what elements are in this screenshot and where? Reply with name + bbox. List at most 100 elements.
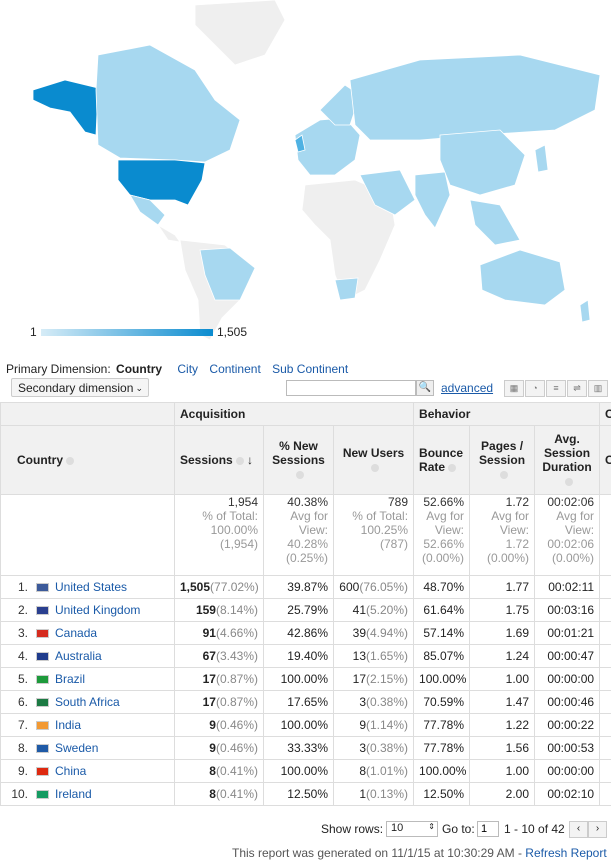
country-link[interactable]: United Kingdom [55, 603, 140, 617]
report-footer: This report was generated on 11/1/15 at … [232, 846, 607, 860]
legend-min: 1 [30, 325, 37, 339]
new-users-cell: 39(4.94%) [332, 621, 415, 645]
prev-page-icon[interactable]: ‹ [569, 821, 588, 838]
stepper-icon: ⇕ [428, 822, 435, 831]
pages-cell: 1.24 [469, 644, 536, 668]
total-new-sessions: 40.38% Avg for View: 40.28% (0.25%) [263, 494, 334, 576]
new-users-cell: 41(5.20%) [332, 598, 415, 622]
pivot-view-icon[interactable]: ▥ [588, 380, 608, 397]
search-input[interactable] [286, 380, 416, 396]
table-row: 9. China 8(0.41%) 100.00% 8(1.01%) 100.00% 1.0… [0, 759, 611, 783]
new-users-column-header[interactable]: New Users [332, 425, 415, 495]
flag-icon [36, 606, 49, 616]
refresh-report-link[interactable]: Refresh Report [525, 846, 606, 860]
country-link[interactable]: China [55, 764, 86, 778]
map-russia [349, 54, 601, 141]
help-icon[interactable] [66, 456, 74, 465]
dimension-continent-link[interactable]: Continent [209, 362, 260, 376]
generated-text: This report was generated on 11/1/15 at … [232, 846, 526, 860]
pages-cell: 2.00 [469, 782, 536, 806]
performance-view-icon[interactable]: ≡ [546, 380, 566, 397]
country-link[interactable]: Canada [55, 626, 97, 640]
dimension-subcontinent-link[interactable]: Sub Continent [272, 362, 348, 376]
goto-page-input[interactable] [477, 821, 499, 837]
table-view-icon[interactable]: ▦ [504, 380, 524, 397]
show-rows-label: Show rows: [321, 822, 384, 836]
primary-dimension-selected[interactable]: Country [116, 362, 162, 376]
pie-view-icon[interactable]: ◔ [525, 380, 545, 397]
bounce-cell: 100.00% [413, 759, 471, 783]
bounce-rate-column-header[interactable]: Bounce Rate [413, 425, 471, 495]
table-row: 5. Brazil 17(0.87%) 100.00% 17(2.15%) 100.00%… [0, 667, 611, 691]
map-legend: 1 1,505 [30, 325, 247, 339]
map-china [439, 129, 526, 196]
show-rows-select[interactable]: 10 ⇕ [386, 821, 438, 837]
comparison-view-icon[interactable]: ⇌ [567, 380, 587, 397]
new-users-cell: 13(1.65%) [332, 644, 415, 668]
help-icon[interactable] [371, 463, 380, 472]
conversions-group-header: C [599, 402, 611, 426]
secondary-dimension-dropdown[interactable]: Secondary dimension ⌄ [11, 378, 149, 397]
new-users-cell: 3(0.38%) [332, 690, 415, 714]
map-nz [579, 299, 591, 323]
extra-cell [599, 621, 611, 645]
country-link[interactable]: India [55, 718, 81, 732]
extra-cell [599, 713, 611, 737]
country-link[interactable]: Ireland [55, 787, 92, 801]
duration-cell: 00:00:00 [534, 759, 601, 783]
sessions-cell: 17(0.87%) [174, 690, 264, 714]
country-link[interactable]: Brazil [55, 672, 85, 686]
country-link[interactable]: South Africa [55, 695, 120, 709]
world-map[interactable] [0, 0, 611, 355]
map-india [414, 171, 451, 229]
row-number: 7. [17, 718, 28, 732]
new-users-cell: 600(76.05%) [332, 575, 415, 599]
total-pages: 1.72 Avg for View: 1.72 (0.00%) [469, 494, 536, 576]
acquisition-group-header: Acquisition [173, 402, 415, 426]
row-number: 10. [11, 787, 28, 801]
primary-dimension-label: Primary Dimension: [6, 362, 111, 376]
help-icon[interactable] [296, 470, 304, 479]
pages-session-column-header[interactable]: Pages / Session [469, 425, 536, 495]
table-row: 3. Canada 91(4.66%) 42.86% 39(4.94%) 57.14% 1.… [0, 621, 611, 645]
table-row: 4. Australia 67(3.43%) 19.40% 13(1.65%) 85.07… [0, 644, 611, 668]
map-greenland [194, 0, 286, 66]
report-table: Acquisition Behavior C Country Sessions … [0, 402, 611, 806]
advanced-filter-link[interactable]: advanced [441, 381, 493, 395]
search-icon[interactable]: 🔍 [416, 380, 434, 396]
next-page-icon[interactable]: › [588, 821, 607, 838]
avg-duration-column-header[interactable]: Avg. Session Duration [534, 425, 601, 495]
flag-icon [36, 767, 49, 777]
bounce-cell: 61.64% [413, 598, 471, 622]
help-icon[interactable] [235, 456, 244, 465]
bounce-cell: 77.78% [413, 736, 471, 760]
extra-cell [599, 782, 611, 806]
total-duration: 00:02:06 Avg for View: 00:02:06 (0.00%) [534, 494, 601, 576]
secondary-dimension-label: Secondary dimension [18, 381, 134, 395]
pages-cell: 1.69 [469, 621, 536, 645]
dimension-city-link[interactable]: City [177, 362, 198, 376]
row-number: 6. [17, 695, 28, 709]
map-canada [95, 44, 241, 163]
country-link[interactable]: Australia [55, 649, 102, 663]
help-icon[interactable] [564, 477, 573, 486]
map-se-asia [469, 199, 521, 246]
flag-icon [36, 652, 49, 662]
table-row: 2. United Kingdom 159(8.14%) 25.79% 41(5.20%… [0, 598, 611, 622]
new-users-cell: 8(1.01%) [332, 759, 415, 783]
pages-cell: 1.77 [469, 575, 536, 599]
extra-cell [599, 736, 611, 760]
country-group-header [0, 402, 175, 426]
row-number: 8. [17, 741, 28, 755]
sessions-column-header[interactable]: Sessions ↓ [174, 425, 264, 495]
country-link[interactable]: Sweden [55, 741, 98, 755]
totals-row: 1,954% of Total: 100.00% (1,954) 40.38% A… [0, 494, 611, 576]
help-icon[interactable] [499, 470, 508, 479]
bounce-cell: 48.70% [413, 575, 471, 599]
new-sessions-cell: 39.87% [263, 575, 334, 599]
new-sessions-cell: 100.00% [263, 759, 334, 783]
country-column-header[interactable]: Country [0, 425, 175, 495]
new-sessions-column-header[interactable]: % New Sessions [263, 425, 334, 495]
help-icon[interactable] [448, 463, 457, 472]
country-link[interactable]: United States [55, 580, 127, 594]
